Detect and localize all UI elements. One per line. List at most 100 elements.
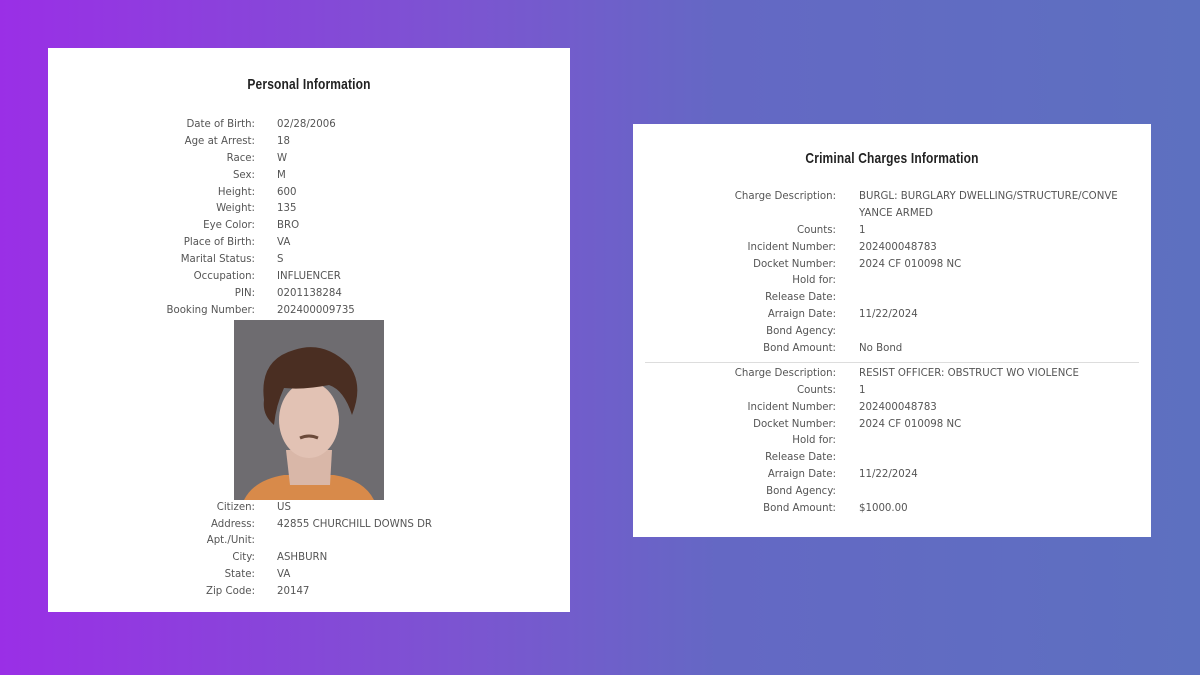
field-value: 18 (277, 135, 290, 147)
field-label: Hold for: (792, 435, 836, 447)
field-value: 2024 CF 010098 NC (859, 418, 962, 430)
field-row: City: ASHBURN (48, 550, 570, 567)
field-value (859, 290, 1149, 307)
field-row: Sex: M (48, 168, 570, 185)
field-value: 2024 CF 010098 NC (859, 258, 962, 270)
field-value: US (277, 501, 291, 513)
field-row: State: VA (48, 567, 570, 584)
field-value: W (277, 152, 288, 164)
field-row: Occupation: INFLUENCER (48, 269, 570, 286)
field-label: Release Date: (765, 452, 836, 464)
field-label: Address: (210, 518, 255, 530)
field-value (859, 450, 1149, 467)
field-label: Booking Number: (166, 304, 255, 316)
personal-information-title: Personal Information (247, 76, 371, 93)
field-value: 11/22/2024 (859, 309, 918, 321)
booking-photo (234, 319, 384, 500)
field-value: No Bond (859, 343, 903, 355)
field-label: Age at Arrest: (184, 135, 255, 147)
field-label: Counts: (797, 224, 836, 236)
field-label: Zip Code: (205, 586, 255, 598)
field-label: Incident Number: (747, 241, 837, 253)
field-value (859, 484, 1149, 501)
charge-item: Charge Description: BURGL: BURGLARY DWELL… (633, 189, 1151, 358)
field-row: Arraign Date: 11/22/2024 (633, 307, 1151, 324)
field-label: Race: (226, 152, 255, 164)
field-row: Place of Birth: VA (48, 235, 570, 252)
field-row: Release Date: (633, 290, 1151, 307)
field-row: Hold for: (633, 433, 1151, 450)
field-label: Bond Agency: (766, 486, 836, 498)
criminal-charges-title: Criminal Charges Information (805, 150, 979, 167)
field-value: 1 (859, 224, 866, 236)
field-label: Counts: (797, 384, 836, 396)
field-row: Address: 42855 CHURCHILL DOWNS DR (48, 517, 570, 534)
field-row: Apt./Unit: (48, 533, 570, 550)
field-row: Bond Agency: (633, 324, 1151, 341)
field-value: 135 (277, 203, 297, 215)
field-row: Bond Amount: $1000.00 (633, 501, 1151, 518)
field-value: 0201138284 (277, 287, 342, 299)
personal-information-card: Personal Information Date of Birth: 02/28… (48, 48, 570, 612)
field-row: Counts: 1 (633, 223, 1151, 240)
field-label: Citizen: (216, 501, 255, 513)
field-value: 20147 (277, 586, 310, 598)
field-label: Hold for: (792, 275, 836, 287)
field-label: Apt./Unit: (206, 535, 255, 547)
field-row: Bond Amount: No Bond (633, 341, 1151, 358)
field-value (859, 324, 1149, 341)
field-label: Date of Birth: (186, 119, 255, 130)
field-value: BRO (277, 220, 300, 232)
field-row: Docket Number: 2024 CF 010098 NC (633, 417, 1151, 434)
field-row: Race: W (48, 151, 570, 168)
field-label: Sex: (232, 169, 255, 181)
field-value: 02/28/2006 (277, 119, 336, 130)
field-label: Docket Number: (753, 258, 836, 270)
field-row: Incident Number: 202400048783 (633, 240, 1151, 257)
field-row: Counts: 1 (633, 383, 1151, 400)
field-value: 600 (277, 186, 297, 198)
field-value: 1 (859, 384, 866, 396)
field-label: Marital Status: (180, 254, 255, 266)
field-row: Citizen: US (48, 500, 570, 517)
field-row: Zip Code: 20147 (48, 584, 570, 601)
field-value: S (277, 254, 284, 266)
field-label: Bond Amount: (763, 503, 836, 515)
field-value: VA (277, 569, 291, 581)
field-row: Height: 600 (48, 185, 570, 202)
field-label: PIN: (234, 287, 255, 299)
field-label: Incident Number: (747, 401, 837, 413)
field-row: Booking Number: 202400009735 (48, 303, 570, 320)
field-value: 11/22/2024 (859, 469, 918, 481)
field-row: Marital Status: S (48, 252, 570, 269)
field-row: Docket Number: 2024 CF 010098 NC (633, 257, 1151, 274)
field-row: Weight: 135 (48, 201, 570, 218)
field-row: Release Date: (633, 450, 1151, 467)
field-value: ASHBURN (277, 552, 328, 564)
field-row: Charge Description: RESIST OFFICER: OBSTR… (633, 366, 1151, 383)
field-label: Height: (217, 186, 255, 198)
field-row: Bond Agency: (633, 484, 1151, 501)
field-label: Eye Color: (203, 220, 255, 232)
field-value (859, 273, 1149, 290)
field-label: Bond Amount: (763, 343, 836, 355)
field-value (859, 433, 1149, 450)
field-row: Eye Color: BRO (48, 218, 570, 235)
field-row: PIN: 0201138284 (48, 286, 570, 303)
field-label: Place of Birth: (183, 237, 255, 249)
field-label: Occupation: (193, 271, 255, 283)
field-row: Charge Description: BURGL: BURGLARY DWELL… (633, 189, 1151, 223)
field-label: Weight: (216, 203, 255, 215)
field-label: Release Date: (765, 292, 836, 304)
field-value: VA (277, 237, 291, 249)
charge-item: Charge Description: RESIST OFFICER: OBSTR… (633, 366, 1151, 518)
charge-divider (645, 361, 1139, 363)
field-value: $1000.00 (859, 503, 908, 515)
field-row: Age at Arrest: 18 (48, 134, 570, 151)
field-row: Date of Birth: 02/28/2006 (48, 117, 570, 134)
field-value: BURGL: BURGLARY DWELLING/STRUCTURE/CONVE… (859, 191, 1118, 219)
field-value: 202400009735 (277, 304, 355, 316)
field-label: Bond Agency: (766, 326, 836, 338)
field-label: Docket Number: (753, 418, 836, 430)
field-value: 202400048783 (859, 241, 937, 253)
